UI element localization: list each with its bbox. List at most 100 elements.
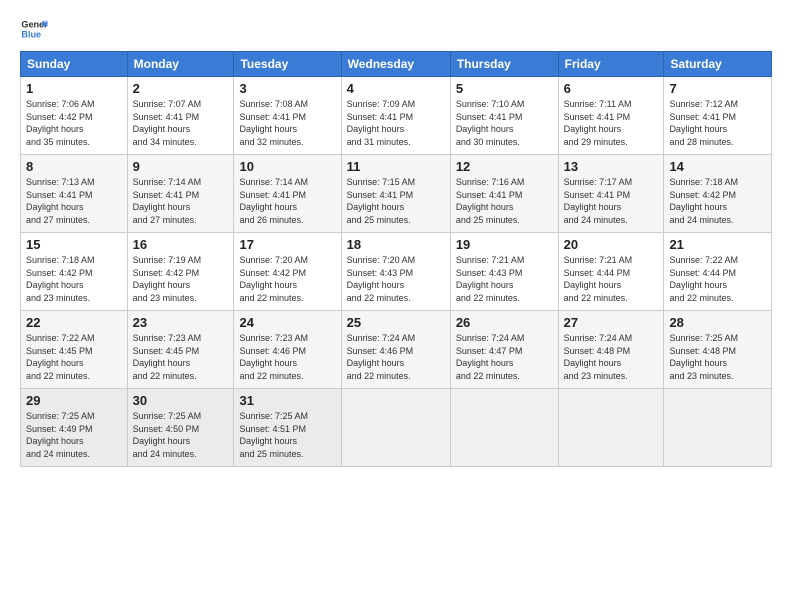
day-info: Sunrise: 7:17 AMSunset: 4:41 PMDaylight … [564,177,633,225]
day-number: 7 [669,81,766,96]
day-info: Sunrise: 7:19 AMSunset: 4:42 PMDaylight … [133,255,202,303]
calendar-cell [664,389,772,467]
calendar-cell: 1 Sunrise: 7:06 AMSunset: 4:42 PMDayligh… [21,77,128,155]
day-number: 4 [347,81,445,96]
calendar-cell: 22 Sunrise: 7:22 AMSunset: 4:45 PMDaylig… [21,311,128,389]
day-number: 1 [26,81,122,96]
header-friday: Friday [558,52,664,77]
day-info: Sunrise: 7:21 AMSunset: 4:43 PMDaylight … [456,255,525,303]
day-info: Sunrise: 7:09 AMSunset: 4:41 PMDaylight … [347,99,416,147]
calendar-cell: 24 Sunrise: 7:23 AMSunset: 4:46 PMDaylig… [234,311,341,389]
day-number: 13 [564,159,659,174]
day-number: 25 [347,315,445,330]
day-info: Sunrise: 7:21 AMSunset: 4:44 PMDaylight … [564,255,633,303]
calendar-cell: 26 Sunrise: 7:24 AMSunset: 4:47 PMDaylig… [450,311,558,389]
calendar-cell: 28 Sunrise: 7:25 AMSunset: 4:48 PMDaylig… [664,311,772,389]
calendar-cell: 21 Sunrise: 7:22 AMSunset: 4:44 PMDaylig… [664,233,772,311]
day-info: Sunrise: 7:25 AMSunset: 4:49 PMDaylight … [26,411,95,459]
calendar-cell: 18 Sunrise: 7:20 AMSunset: 4:43 PMDaylig… [341,233,450,311]
calendar-cell: 15 Sunrise: 7:18 AMSunset: 4:42 PMDaylig… [21,233,128,311]
calendar-cell: 31 Sunrise: 7:25 AMSunset: 4:51 PMDaylig… [234,389,341,467]
day-info: Sunrise: 7:18 AMSunset: 4:42 PMDaylight … [669,177,738,225]
calendar-cell: 8 Sunrise: 7:13 AMSunset: 4:41 PMDayligh… [21,155,128,233]
day-number: 2 [133,81,229,96]
day-number: 8 [26,159,122,174]
calendar-cell: 4 Sunrise: 7:09 AMSunset: 4:41 PMDayligh… [341,77,450,155]
calendar-cell: 7 Sunrise: 7:12 AMSunset: 4:41 PMDayligh… [664,77,772,155]
week-row-0: 1 Sunrise: 7:06 AMSunset: 4:42 PMDayligh… [21,77,772,155]
header-tuesday: Tuesday [234,52,341,77]
day-info: Sunrise: 7:13 AMSunset: 4:41 PMDaylight … [26,177,95,225]
day-number: 31 [239,393,335,408]
day-info: Sunrise: 7:14 AMSunset: 4:41 PMDaylight … [133,177,202,225]
logo-icon: General Blue [20,15,48,43]
header-row: SundayMondayTuesdayWednesdayThursdayFrid… [21,52,772,77]
day-number: 17 [239,237,335,252]
day-info: Sunrise: 7:25 AMSunset: 4:48 PMDaylight … [669,333,738,381]
calendar-cell: 5 Sunrise: 7:10 AMSunset: 4:41 PMDayligh… [450,77,558,155]
header-sunday: Sunday [21,52,128,77]
day-info: Sunrise: 7:22 AMSunset: 4:45 PMDaylight … [26,333,95,381]
logo: General Blue [20,15,48,43]
day-info: Sunrise: 7:18 AMSunset: 4:42 PMDaylight … [26,255,95,303]
day-number: 18 [347,237,445,252]
calendar-cell: 3 Sunrise: 7:08 AMSunset: 4:41 PMDayligh… [234,77,341,155]
calendar-cell: 30 Sunrise: 7:25 AMSunset: 4:50 PMDaylig… [127,389,234,467]
day-number: 29 [26,393,122,408]
calendar-cell: 6 Sunrise: 7:11 AMSunset: 4:41 PMDayligh… [558,77,664,155]
day-info: Sunrise: 7:07 AMSunset: 4:41 PMDaylight … [133,99,202,147]
day-info: Sunrise: 7:24 AMSunset: 4:48 PMDaylight … [564,333,633,381]
day-number: 11 [347,159,445,174]
day-number: 19 [456,237,553,252]
day-info: Sunrise: 7:25 AMSunset: 4:51 PMDaylight … [239,411,308,459]
day-info: Sunrise: 7:25 AMSunset: 4:50 PMDaylight … [133,411,202,459]
day-number: 23 [133,315,229,330]
calendar-cell [341,389,450,467]
day-number: 21 [669,237,766,252]
calendar-cell: 23 Sunrise: 7:23 AMSunset: 4:45 PMDaylig… [127,311,234,389]
day-info: Sunrise: 7:16 AMSunset: 4:41 PMDaylight … [456,177,525,225]
page: General Blue SundayMondayTuesdayWednesda… [0,0,792,612]
day-info: Sunrise: 7:11 AMSunset: 4:41 PMDaylight … [564,99,632,147]
calendar-cell: 13 Sunrise: 7:17 AMSunset: 4:41 PMDaylig… [558,155,664,233]
day-number: 5 [456,81,553,96]
day-info: Sunrise: 7:14 AMSunset: 4:41 PMDaylight … [239,177,308,225]
week-row-1: 8 Sunrise: 7:13 AMSunset: 4:41 PMDayligh… [21,155,772,233]
calendar-cell: 27 Sunrise: 7:24 AMSunset: 4:48 PMDaylig… [558,311,664,389]
week-row-2: 15 Sunrise: 7:18 AMSunset: 4:42 PMDaylig… [21,233,772,311]
day-number: 22 [26,315,122,330]
calendar-cell: 19 Sunrise: 7:21 AMSunset: 4:43 PMDaylig… [450,233,558,311]
header-saturday: Saturday [664,52,772,77]
week-row-3: 22 Sunrise: 7:22 AMSunset: 4:45 PMDaylig… [21,311,772,389]
day-info: Sunrise: 7:20 AMSunset: 4:43 PMDaylight … [347,255,416,303]
day-info: Sunrise: 7:08 AMSunset: 4:41 PMDaylight … [239,99,308,147]
day-number: 3 [239,81,335,96]
calendar-cell: 25 Sunrise: 7:24 AMSunset: 4:46 PMDaylig… [341,311,450,389]
day-info: Sunrise: 7:12 AMSunset: 4:41 PMDaylight … [669,99,738,147]
calendar-cell [450,389,558,467]
calendar-cell: 12 Sunrise: 7:16 AMSunset: 4:41 PMDaylig… [450,155,558,233]
day-info: Sunrise: 7:23 AMSunset: 4:46 PMDaylight … [239,333,308,381]
day-number: 14 [669,159,766,174]
day-info: Sunrise: 7:15 AMSunset: 4:41 PMDaylight … [347,177,416,225]
calendar-cell: 29 Sunrise: 7:25 AMSunset: 4:49 PMDaylig… [21,389,128,467]
svg-text:Blue: Blue [21,29,41,39]
calendar-table: SundayMondayTuesdayWednesdayThursdayFrid… [20,51,772,467]
calendar-cell: 17 Sunrise: 7:20 AMSunset: 4:42 PMDaylig… [234,233,341,311]
day-info: Sunrise: 7:24 AMSunset: 4:47 PMDaylight … [456,333,525,381]
day-info: Sunrise: 7:20 AMSunset: 4:42 PMDaylight … [239,255,308,303]
day-number: 30 [133,393,229,408]
day-number: 27 [564,315,659,330]
day-number: 10 [239,159,335,174]
calendar-cell: 16 Sunrise: 7:19 AMSunset: 4:42 PMDaylig… [127,233,234,311]
day-info: Sunrise: 7:06 AMSunset: 4:42 PMDaylight … [26,99,95,147]
calendar-cell: 9 Sunrise: 7:14 AMSunset: 4:41 PMDayligh… [127,155,234,233]
header-wednesday: Wednesday [341,52,450,77]
day-info: Sunrise: 7:10 AMSunset: 4:41 PMDaylight … [456,99,525,147]
header-thursday: Thursday [450,52,558,77]
calendar-cell [558,389,664,467]
calendar-cell: 11 Sunrise: 7:15 AMSunset: 4:41 PMDaylig… [341,155,450,233]
day-number: 16 [133,237,229,252]
day-number: 26 [456,315,553,330]
day-number: 15 [26,237,122,252]
